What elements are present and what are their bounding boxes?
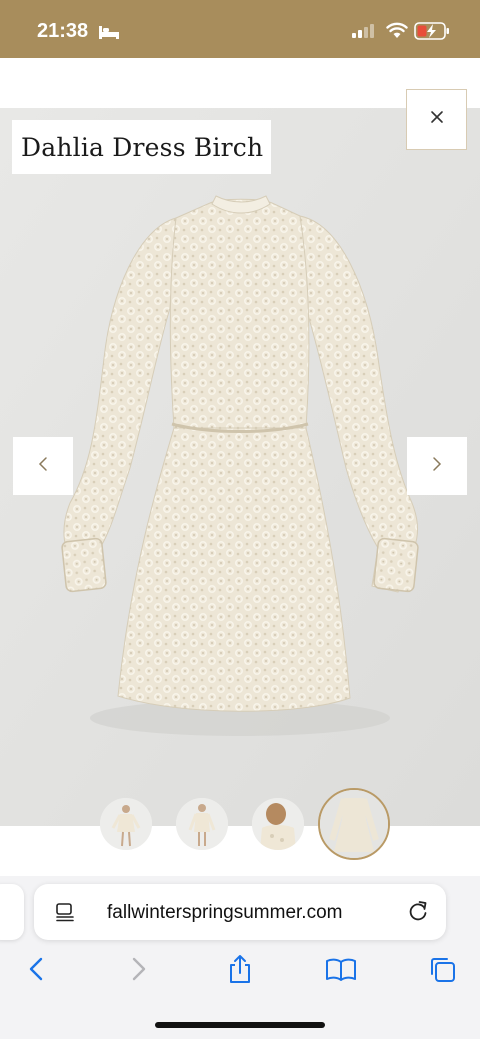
page-menu-icon[interactable] <box>54 901 76 928</box>
thumbnail-2[interactable] <box>176 798 228 850</box>
product-title-label: Dahlia Dress Birch <box>12 120 271 174</box>
share-icon <box>227 954 253 989</box>
address-bar[interactable]: fallwinterspringsummer.com <box>34 884 446 940</box>
tabs-icon <box>428 955 456 988</box>
next-image-button[interactable] <box>407 437 467 495</box>
forward-button[interactable] <box>122 954 156 988</box>
back-icon <box>29 957 43 986</box>
status-time: 21:38 <box>37 20 89 42</box>
thumbnail-4[interactable] <box>318 788 390 860</box>
bookmarks-button[interactable] <box>324 954 358 988</box>
thumbnail-3[interactable] <box>252 798 304 850</box>
reload-icon[interactable] <box>406 899 430 928</box>
wifi-icon <box>386 22 408 44</box>
thumbnail-strip <box>0 826 480 876</box>
cellular-signal-icon <box>352 24 374 43</box>
status-bar: 21:38 <box>0 0 480 58</box>
chevron-right-icon <box>432 456 442 477</box>
back-button[interactable] <box>19 954 53 988</box>
forward-icon <box>132 957 146 986</box>
thumbnail-1[interactable] <box>100 798 152 850</box>
bookmarks-icon <box>325 957 357 986</box>
bed-icon <box>98 24 120 45</box>
home-indicator <box>155 1022 325 1028</box>
url-text: fallwinterspringsummer.com <box>107 902 343 923</box>
previous-image-button[interactable] <box>13 437 73 495</box>
chevron-left-icon <box>38 456 48 477</box>
product-title: Dahlia Dress Birch <box>21 132 264 162</box>
tabs-button[interactable] <box>425 954 459 988</box>
share-button[interactable] <box>223 954 257 988</box>
battery-charging-icon <box>414 22 450 45</box>
close-icon <box>430 110 444 129</box>
close-button[interactable] <box>406 89 467 150</box>
previous-tab-preview[interactable] <box>0 884 24 940</box>
